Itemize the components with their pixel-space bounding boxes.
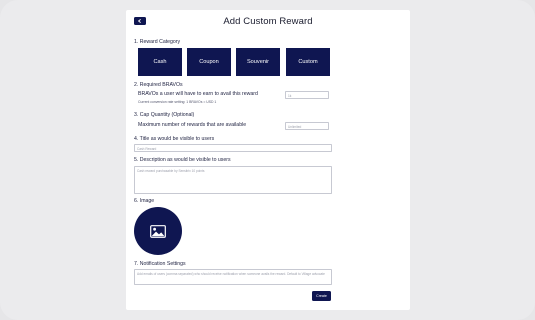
required-bravos-text: BRAVOs a user will have to earn to avail…	[138, 91, 258, 97]
image-label: 6. Image	[134, 198, 155, 204]
image-icon	[150, 224, 166, 238]
category-coupon-button[interactable]: Coupon	[187, 48, 231, 76]
category-cash-button[interactable]: Cash	[138, 48, 182, 76]
title-input[interactable]: Cash Reward	[134, 144, 332, 152]
notification-settings-label: 7. Notification Settings	[134, 261, 186, 267]
description-textarea[interactable]: Cash reward purchasable by Sensitrix 10 …	[134, 166, 332, 194]
page-title: Add Custom Reward	[223, 16, 313, 27]
device-frame: Add Custom Reward 1. Reward Category Cas…	[0, 0, 535, 320]
add-custom-reward-card: Add Custom Reward 1. Reward Category Cas…	[126, 10, 410, 310]
title-label: 4. Title as would be visible to users	[134, 136, 215, 142]
description-label: 5. Description as would be visible to us…	[134, 157, 231, 163]
cap-quantity-text: Maximum number of rewards that are avail…	[138, 122, 247, 128]
category-souvenir-button[interactable]: Souvenir	[236, 48, 280, 76]
cap-quantity-input[interactable]: Unlimited	[285, 122, 329, 130]
category-custom-button[interactable]: Custom	[286, 48, 330, 76]
cap-quantity-label: 3. Cap Quantity (Optional)	[134, 112, 195, 118]
notification-emails-textarea[interactable]: Add emails of users (comma separated) wh…	[134, 269, 332, 285]
reward-category-label: 1. Reward Category	[134, 39, 181, 45]
image-upload-button[interactable]	[134, 207, 182, 255]
conversion-rate-hint: Current conversion rate setting: 1 BRAVO…	[138, 100, 217, 104]
required-bravos-label: 2. Required BRAVOs	[134, 82, 183, 88]
required-bravos-input[interactable]: 1k	[285, 91, 329, 99]
create-button[interactable]: Create	[312, 291, 331, 301]
